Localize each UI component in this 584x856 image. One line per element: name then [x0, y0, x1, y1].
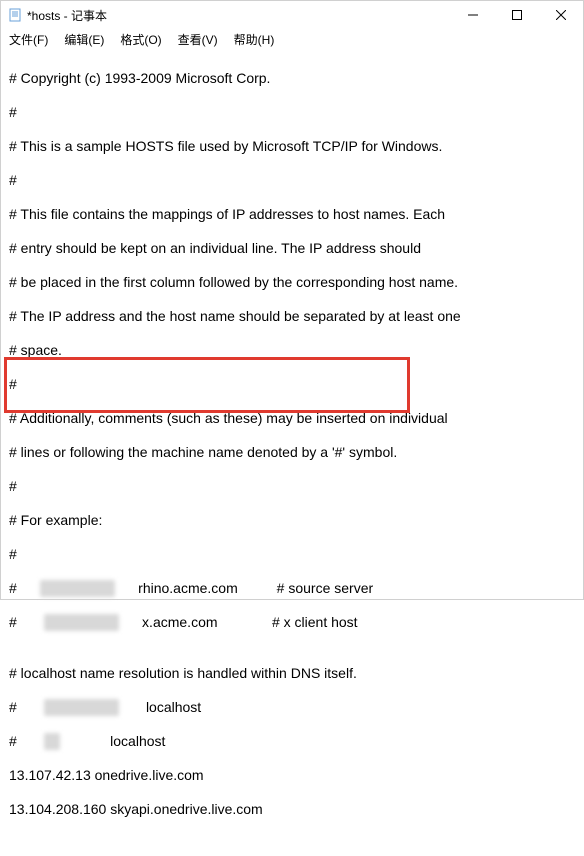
text-line: # localhost name resolution is handled w…: [9, 665, 575, 682]
text-line: # This file contains the mappings of IP …: [9, 206, 575, 223]
menu-help[interactable]: 帮助(H): [230, 30, 279, 49]
text-line: #: [9, 376, 575, 393]
titlebar: *hosts - 记事本: [1, 1, 583, 29]
text-line: #: [9, 546, 575, 563]
text-line: # XXXXXXXX x.acme.com # x client host: [9, 614, 575, 631]
text-line: # Additionally, comments (such as these)…: [9, 410, 575, 427]
window-controls: [451, 1, 583, 29]
notepad-icon: [7, 7, 23, 23]
window-title: *hosts - 记事本: [27, 7, 107, 24]
text-line: # XXXXXXXX localhost: [9, 699, 575, 716]
menu-view[interactable]: 查看(V): [174, 30, 222, 49]
text-line: 13.107.42.13 onedrive.live.com: [9, 767, 575, 784]
text-line: # ::1 localhost: [9, 733, 575, 750]
text-line: # be placed in the first column followed…: [9, 274, 575, 291]
menubar: 文件(F) 编辑(E) 格式(O) 查看(V) 帮助(H): [1, 29, 583, 49]
text-line: # entry should be kept on an individual …: [9, 240, 575, 257]
redacted-ip: XXXXXXXX: [44, 614, 119, 631]
text-line: #: [9, 478, 575, 495]
maximize-button[interactable]: [495, 1, 539, 29]
redacted-ip: XXXXXXXX: [44, 699, 119, 716]
menu-file[interactable]: 文件(F): [5, 30, 52, 49]
text-line: #: [9, 104, 575, 121]
close-button[interactable]: [539, 1, 583, 29]
text-area[interactable]: # Copyright (c) 1993-2009 Microsoft Corp…: [1, 49, 583, 856]
menu-edit[interactable]: 编辑(E): [60, 30, 108, 49]
text-line: # This is a sample HOSTS file used by Mi…: [9, 138, 575, 155]
text-line: # space.: [9, 342, 575, 359]
text-line: #: [9, 172, 575, 189]
minimize-button[interactable]: [451, 1, 495, 29]
text-line: # Copyright (c) 1993-2009 Microsoft Corp…: [9, 70, 575, 87]
text-line: # The IP address and the host name shoul…: [9, 308, 575, 325]
redacted-ip: XXXXXXXX: [40, 580, 115, 597]
text-line: # For example:: [9, 512, 575, 529]
redacted-ip: ::1: [44, 733, 60, 750]
text-line: # XXXXXXXX rhino.acme.com # source serve…: [9, 580, 575, 597]
text-line: 13.104.208.160 skyapi.onedrive.live.com: [9, 801, 575, 818]
text-line: # lines or following the machine name de…: [9, 444, 575, 461]
menu-format[interactable]: 格式(O): [116, 30, 165, 49]
